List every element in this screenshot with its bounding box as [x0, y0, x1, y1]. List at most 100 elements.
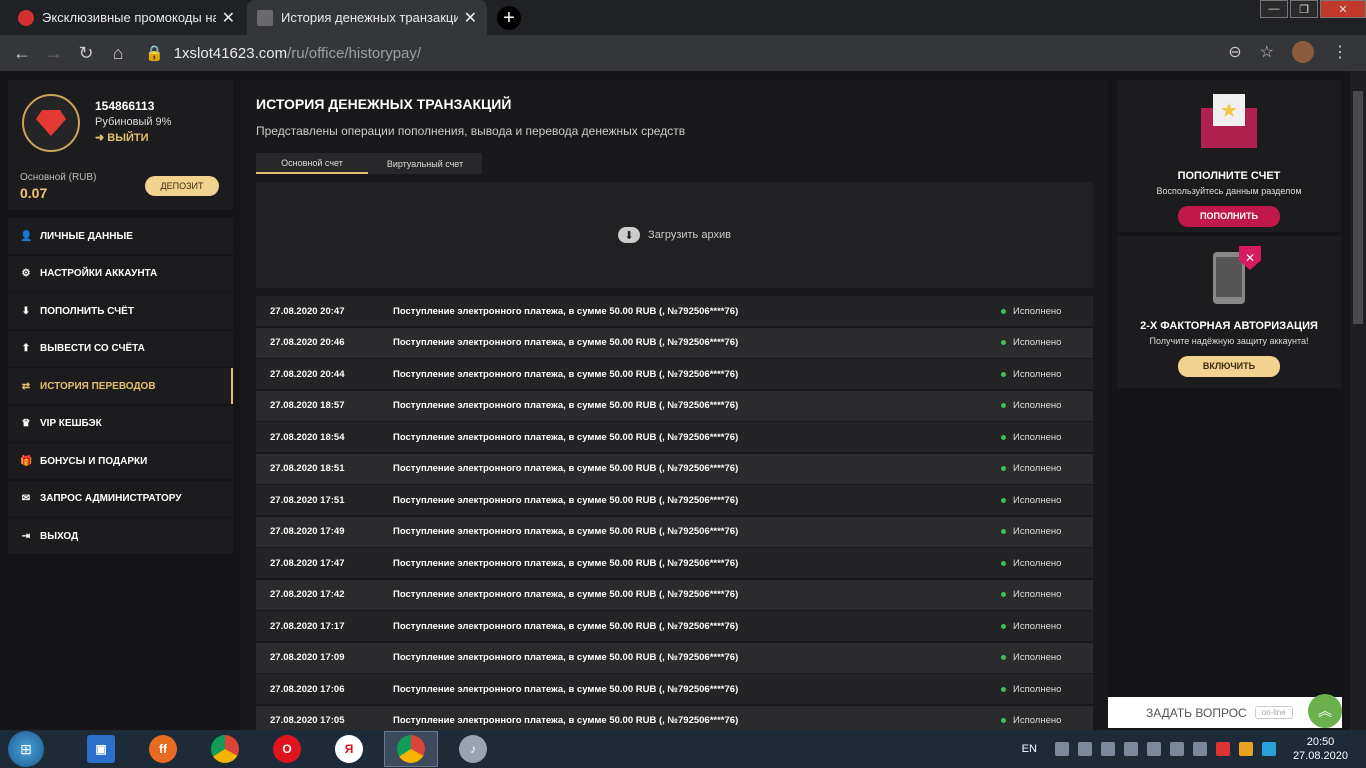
- app-tray-icon[interactable]: [1215, 742, 1230, 756]
- ask-question-widget[interactable]: ЗАДАТЬ ВОПРОС on-line ︽: [1108, 694, 1342, 728]
- start-button[interactable]: ⊞: [8, 731, 44, 767]
- menu-withdraw[interactable]: ⬆ ВЫВЕСТИ СО СЧЁТА: [8, 330, 233, 367]
- menu-admin-request[interactable]: ✉ ЗАПРОС АДМИНИСТРАТОРУ: [8, 480, 233, 517]
- status-dot-icon: [1001, 371, 1006, 377]
- menu-personal-data[interactable]: 👤 ЛИЧНЫЕ ДАННЫЕ: [8, 218, 233, 254]
- status-dot-icon: [1001, 308, 1006, 314]
- zoom-icon[interactable]: ⊖: [1228, 42, 1241, 62]
- profile-card: 154866113 Рубиновый 9% ➜ ВЫЙТИ Основной …: [8, 80, 233, 210]
- transaction-description: Поступление электронного платежа, в сумм…: [393, 526, 739, 537]
- transaction-description: Поступление электронного платежа, в сумм…: [393, 683, 739, 695]
- network-tray-icon[interactable]: [1146, 742, 1161, 756]
- transaction-date: 27.08.2020 18:54: [270, 431, 345, 443]
- transaction-row: 27.08.2020 17:42 Поступление электронного…: [256, 579, 1093, 610]
- menu-bonuses[interactable]: 🎁 БОНУСЫ И ПОДАРКИ: [8, 443, 233, 479]
- minimize-button[interactable]: —: [1260, 0, 1288, 18]
- scrollbar-thumb[interactable]: [1353, 91, 1363, 324]
- status-dot-icon: [1001, 340, 1006, 345]
- enable-2fa-button[interactable]: ВКЛЮЧИТЬ: [1178, 356, 1280, 377]
- signal-tray-icon[interactable]: [1169, 742, 1184, 756]
- account-label: Основной (RUB): [20, 172, 97, 183]
- deposit-promo-title: ПОПОЛНИТЕ СЧЕТ: [1177, 170, 1281, 182]
- tab-close-icon[interactable]: ✕: [222, 8, 235, 28]
- transaction-description: Поступление электронного платежа, в сумм…: [393, 431, 739, 443]
- floppy-icon[interactable]: ▣: [74, 731, 128, 767]
- transaction-description: Поступление электронного платежа, в сумм…: [393, 652, 739, 663]
- account-menu: 👤 ЛИЧНЫЕ ДАННЫЕ ⚙ НАСТРОЙКИ АККАУНТА ⬇ ПОПО…: [8, 218, 233, 556]
- opera-icon[interactable]: O: [260, 731, 314, 767]
- upload-icon: ⬆: [21, 343, 31, 354]
- status-dot-icon: [1001, 529, 1006, 534]
- deposit-button[interactable]: ДЕПОЗИТ: [145, 176, 219, 196]
- exit-icon: ⇥: [21, 530, 31, 542]
- url-field[interactable]: 🔒 1xslot41623.com/ru/office/historypay/: [145, 44, 421, 62]
- transaction-status: Исполнено: [1013, 620, 1062, 632]
- tab-promo[interactable]: Эксклюзивные промокоды на ф ✕: [8, 0, 245, 35]
- page-subtitle: Представлены операции пополнения, вывода…: [256, 124, 686, 138]
- player-tray-icon[interactable]: [1238, 742, 1253, 756]
- status-dot-icon: [1001, 655, 1006, 660]
- ask-question-label: ЗАДАТЬ ВОПРОС: [1146, 705, 1247, 720]
- speaker-app-icon[interactable]: ♪: [446, 731, 500, 767]
- volume-tray-icon[interactable]: [1192, 742, 1207, 756]
- menu-kebab-icon[interactable]: ⋮: [1332, 42, 1348, 62]
- transaction-status: Исполнено: [1013, 557, 1062, 569]
- logout-link[interactable]: ➜ ВЫЙТИ: [95, 131, 149, 144]
- transaction-date: 27.08.2020 17:09: [270, 652, 345, 663]
- tab-history[interactable]: История денежных транзакций ✕: [247, 0, 487, 35]
- page-scrollbar[interactable]: [1350, 71, 1366, 730]
- home-icon[interactable]: ⌂: [102, 43, 134, 64]
- chrome-icon[interactable]: [198, 731, 252, 767]
- transaction-date: 27.08.2020 17:06: [270, 683, 345, 695]
- download-archive-button[interactable]: ⬇ Загрузить архив: [256, 182, 1093, 288]
- bookmark-star-icon[interactable]: ☆: [1260, 42, 1274, 62]
- menu-exit[interactable]: ⇥ ВЫХОД: [8, 518, 233, 554]
- status-dot-icon: [1001, 623, 1006, 629]
- menu-deposit[interactable]: ⬇ ПОПОЛНИТЬ СЧЁТ: [8, 293, 233, 329]
- status-dot-icon: [1001, 497, 1006, 503]
- flag-tray-icon[interactable]: [1100, 742, 1115, 756]
- menu-account-settings[interactable]: ⚙ НАСТРОЙКИ АККАУНТА: [8, 255, 233, 292]
- top-up-button[interactable]: ПОПОЛНИТЬ: [1178, 206, 1280, 227]
- monitor-tray-icon[interactable]: [1123, 742, 1138, 756]
- yandex-icon[interactable]: Я: [322, 731, 376, 767]
- transaction-date: 27.08.2020 18:51: [270, 463, 345, 474]
- online-badge: on-line: [1254, 706, 1293, 719]
- tab-close-icon[interactable]: ✕: [464, 8, 477, 28]
- tab-main-account[interactable]: Основной счет: [256, 153, 368, 174]
- new-tab-button[interactable]: +: [497, 6, 521, 30]
- reload-icon[interactable]: ↻: [70, 43, 102, 64]
- chevron-up-icon[interactable]: ︽: [1308, 694, 1342, 728]
- transaction-description: Поступление электронного платежа, в сумм…: [393, 494, 739, 506]
- browser-tray-icon[interactable]: [1261, 742, 1276, 756]
- maximize-button[interactable]: ❐: [1290, 0, 1318, 18]
- exit-arrow-icon: ➜: [95, 132, 108, 144]
- download-icon: ⬇: [21, 305, 31, 317]
- back-icon[interactable]: ←: [6, 43, 38, 64]
- profile-avatar[interactable]: [1292, 41, 1314, 63]
- rank-label: Рубиновый 9%: [95, 116, 172, 128]
- tab-virtual-account[interactable]: Виртуальный счет: [368, 153, 482, 174]
- transaction-status: Исполнено: [1013, 494, 1062, 506]
- two-factor-subtitle: Получите надёжную защиту аккаунта!: [1149, 336, 1309, 346]
- clock[interactable]: 20:50 27.08.2020: [1293, 735, 1348, 763]
- url-domain: 1xslot41623.com: [173, 45, 288, 62]
- tab-title: Эксклюзивные промокоды на ф: [42, 10, 216, 25]
- menu-vip-cashback[interactable]: ♛ VIP КЕШБЭК: [8, 405, 233, 442]
- shield-tray-icon[interactable]: [1054, 742, 1069, 756]
- firefox-icon[interactable]: ff: [136, 731, 190, 767]
- forward-icon[interactable]: →: [38, 43, 70, 64]
- menu-transfer-history[interactable]: ⇄ ИСТОРИЯ ПЕРЕВОДОВ: [8, 368, 233, 404]
- envelope-star-icon: ★: [1201, 94, 1257, 150]
- usb-tray-icon[interactable]: [1077, 742, 1092, 756]
- transfer-icon: ⇄: [21, 380, 31, 392]
- chrome-active-icon[interactable]: [384, 731, 438, 767]
- transaction-date: 27.08.2020 20:47: [270, 305, 345, 317]
- transaction-description: Поступление электронного платежа, в сумм…: [393, 337, 739, 348]
- status-dot-icon: [1001, 718, 1006, 723]
- language-indicator[interactable]: EN: [1022, 743, 1037, 755]
- windows-taskbar: ⊞ ▣ ff O Я ♪ EN 20:50 27.08.2020: [0, 730, 1366, 768]
- close-window-button[interactable]: ✕: [1320, 0, 1366, 18]
- gears-icon: ⚙: [21, 268, 31, 279]
- status-dot-icon: [1001, 434, 1006, 440]
